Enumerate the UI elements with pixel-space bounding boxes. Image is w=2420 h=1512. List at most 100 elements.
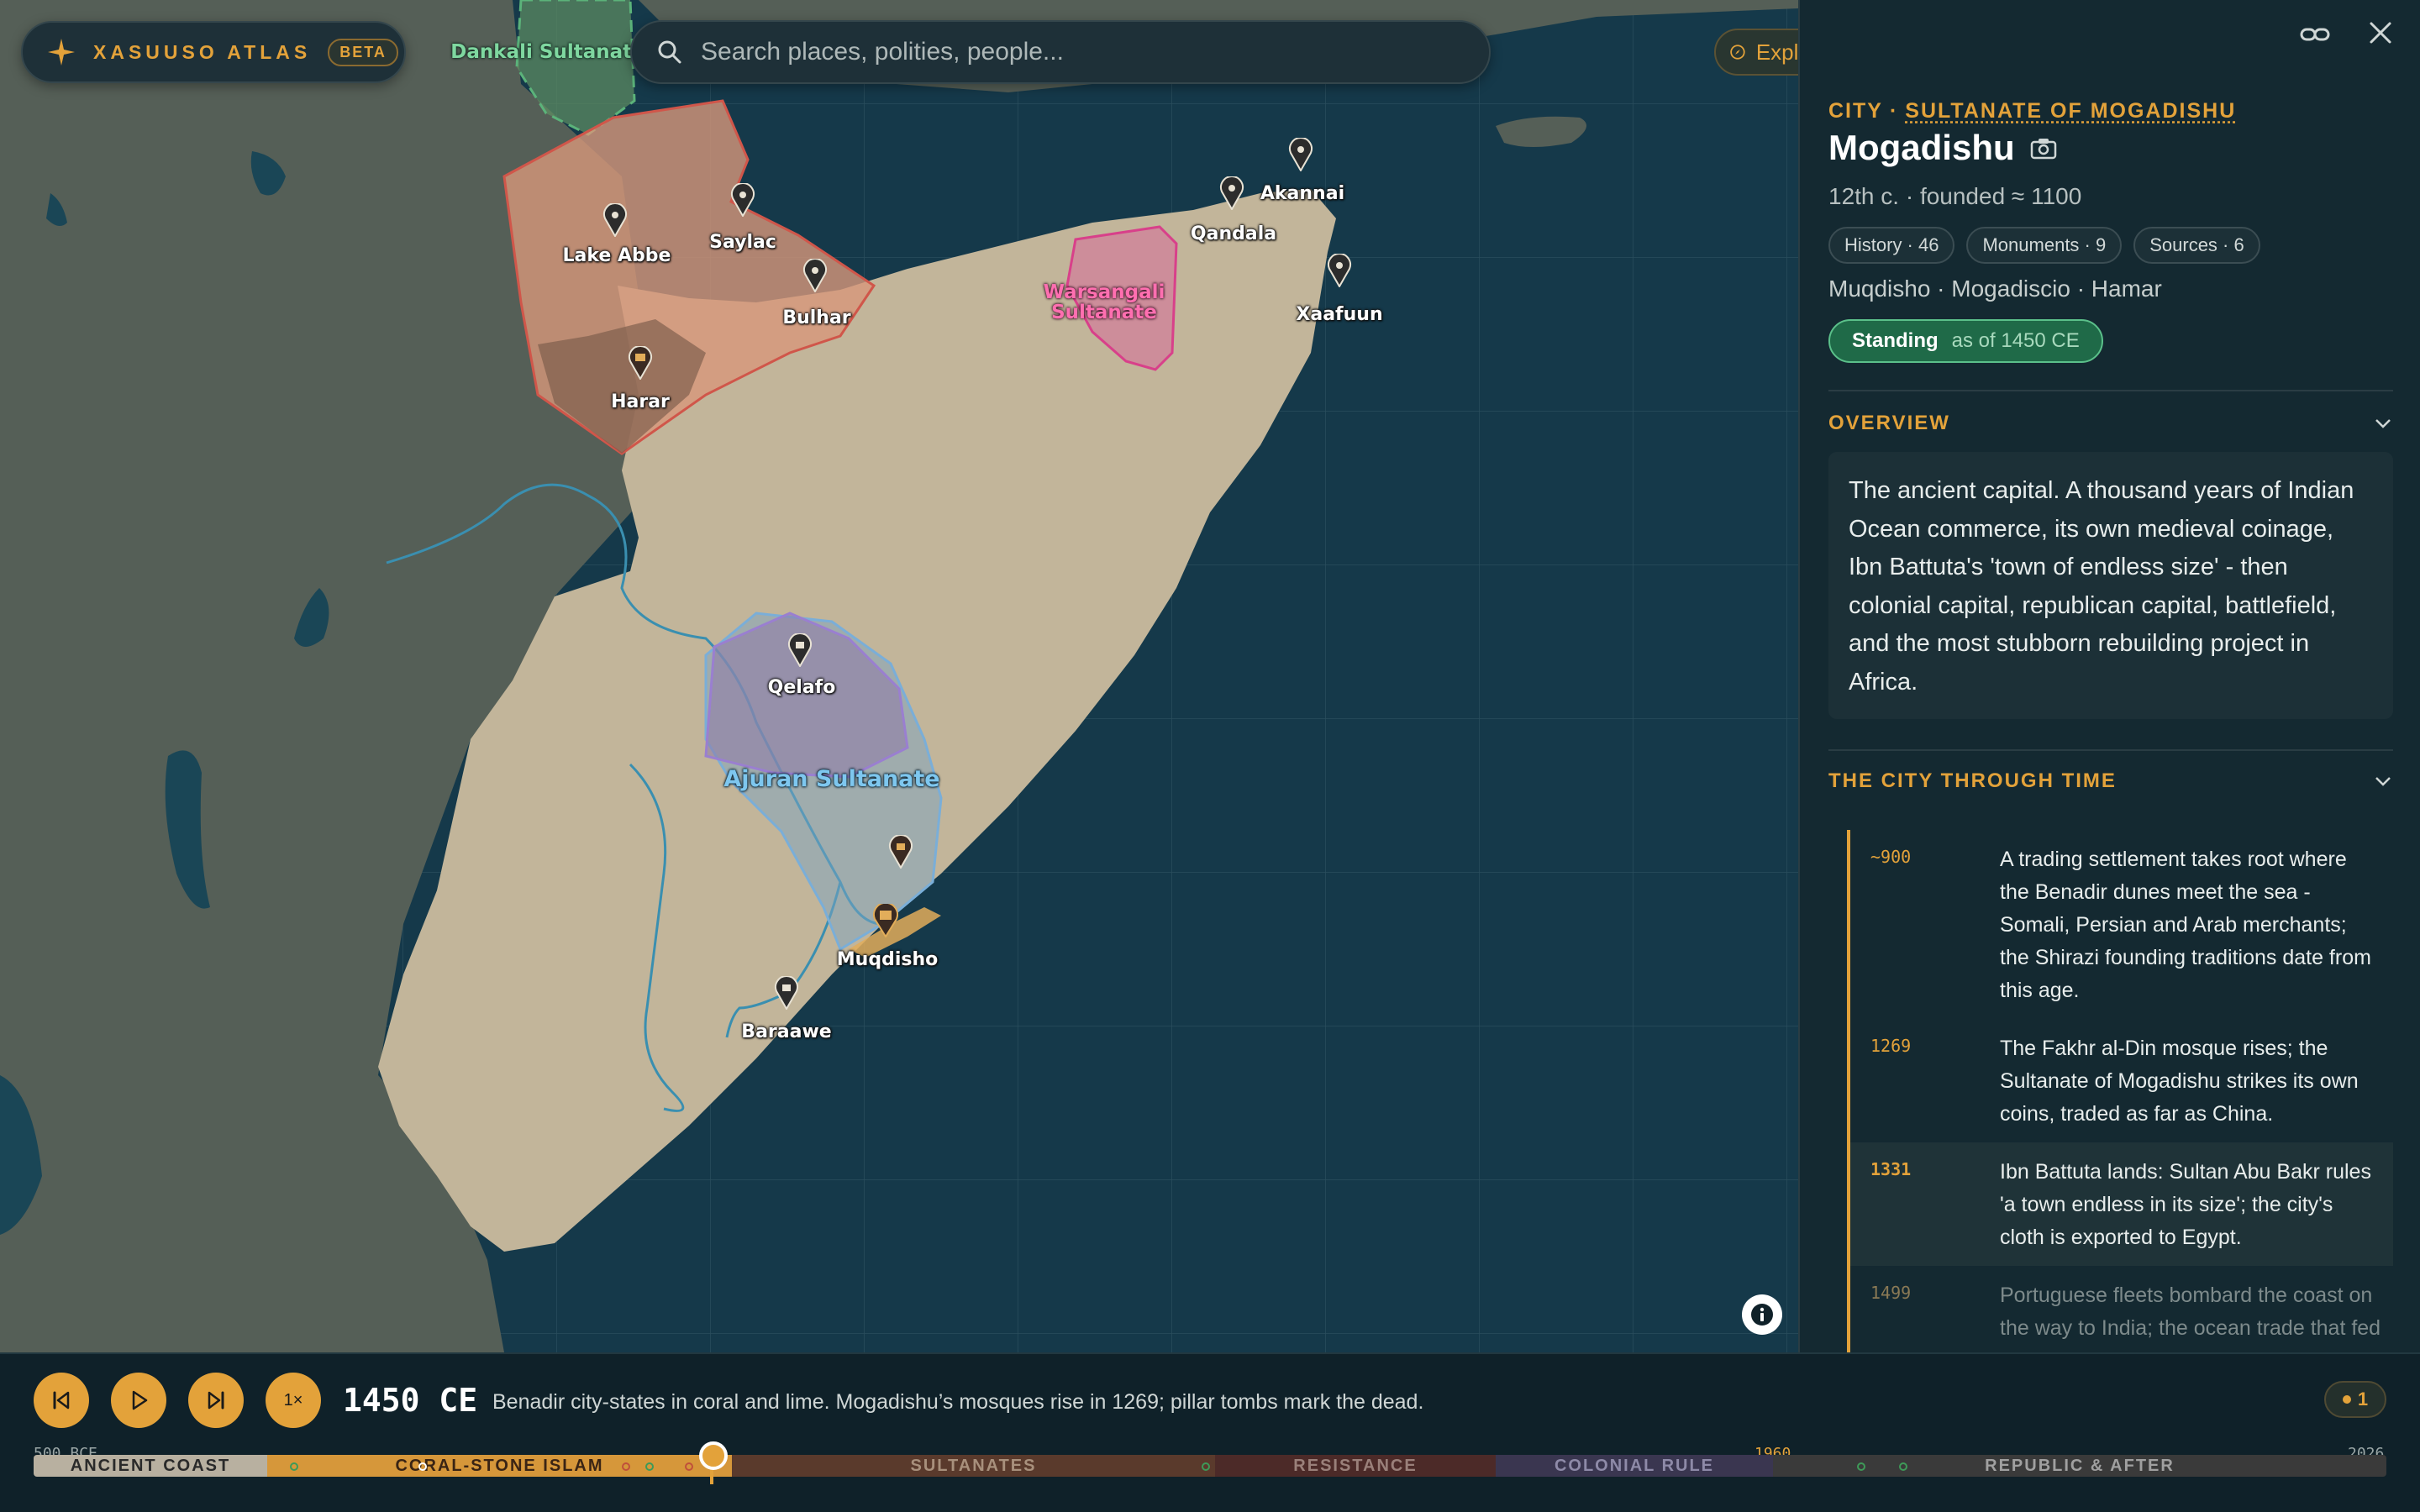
place-label-qelafo[interactable]: Qelafo <box>768 677 836 698</box>
event-dot[interactable] <box>1899 1462 1907 1471</box>
chip-sources[interactable]: Sources · 6 <box>2133 227 2260 264</box>
compass-star-icon <box>48 39 75 66</box>
info-icon <box>1751 1304 1773 1326</box>
skip-forward-icon <box>208 1391 224 1410</box>
brand-pill[interactable]: XASUUSO ATLAS BETA <box>21 21 406 83</box>
place-label-baraawe[interactable]: Baraawe <box>741 1021 831 1042</box>
era-sultanates[interactable]: SULTANATES <box>732 1455 1215 1477</box>
place-subtitle: 12th c. · founded ≈ 1100 <box>1828 183 2082 209</box>
place-label-qandala[interactable]: Qandala <box>1191 223 1276 244</box>
timeline-header[interactable]: THE CITY THROUGH TIME <box>1828 769 2393 793</box>
timeline-heading: THE CITY THROUGH TIME <box>1828 769 2117 792</box>
place-aliases: Muqdisho · Mogadiscio · Hamar <box>1828 276 2162 302</box>
overview-heading: OVERVIEW <box>1828 412 1950 434</box>
place-detail-panel: CITY · SULTANATE OF MOGADISHU Mogadishu 12… <box>1798 0 2420 1352</box>
compass-icon <box>1730 45 1745 60</box>
event-dot[interactable] <box>1202 1462 1210 1471</box>
timeline-text: A trading settlement takes root where th… <box>2000 848 2371 1002</box>
marker-count: 1 <box>2357 1389 2369 1410</box>
chip-monuments[interactable]: Monuments · 9 <box>1966 227 2123 264</box>
event-dot[interactable] <box>418 1462 427 1471</box>
search-input[interactable] <box>701 38 1489 66</box>
divider <box>1828 390 2393 391</box>
era-ancient-coast[interactable]: ANCIENT COAST <box>34 1455 267 1477</box>
brand-name: XASUUSO ATLAS <box>93 40 312 63</box>
timeline-year: 1331 <box>1870 1159 1912 1179</box>
capital-icon[interactable] <box>873 904 898 937</box>
search-icon <box>658 40 681 64</box>
speed-button[interactable]: 1× <box>266 1373 321 1428</box>
timeline-year: ~900 <box>1870 847 1912 867</box>
time-player-bar <box>0 1352 2420 1512</box>
timeline-year: 1499 <box>1870 1283 1912 1303</box>
event-dot[interactable] <box>645 1462 654 1471</box>
place-label-harar[interactable]: Harar <box>611 391 670 412</box>
speed-label: 1× <box>283 1390 303 1410</box>
map-canvas[interactable]: Dankali Sultanate Warsangali Sultanate A… <box>0 0 1798 1352</box>
chip-history[interactable]: History · 46 <box>1828 227 1955 264</box>
search-bar[interactable] <box>630 20 1491 84</box>
place-label-lake-abbe[interactable]: Lake Abbe <box>563 245 671 266</box>
event-dot[interactable] <box>685 1462 693 1471</box>
link-icon[interactable] <box>2299 18 2331 50</box>
place-label-xaafuun[interactable]: Xaafuun <box>1296 304 1382 325</box>
year-description: Benadir city-states in coral and lime. M… <box>492 1390 1424 1414</box>
town-icon[interactable] <box>888 835 913 869</box>
city-timeline: ~900 A trading settlement takes root whe… <box>1847 830 2393 1352</box>
event-dot[interactable] <box>290 1462 298 1471</box>
timeline-entry[interactable]: 1269 The Fakhr al-Din mosque rises; the … <box>1850 1019 2393 1142</box>
pin-icon[interactable] <box>802 259 828 292</box>
pin-icon[interactable] <box>1288 138 1313 171</box>
chevron-down-icon <box>2375 777 2391 786</box>
era-coral-stone-islam[interactable]: CORAL-STONE ISLAM <box>267 1455 732 1477</box>
polity-label-warsangali: Warsangali Sultanate <box>1043 281 1165 324</box>
town-icon[interactable] <box>787 633 813 667</box>
current-year: 1450 CE <box>343 1382 478 1419</box>
status-label: Standing <box>1852 329 1939 352</box>
polity-label-ajuran: Ajuran Sultanate <box>723 766 940 792</box>
place-title: Mogadishu <box>1828 128 2057 168</box>
skip-back-icon <box>53 1391 70 1410</box>
parent-polity-link[interactable]: SULTANATE OF MOGADISHU <box>1905 99 2236 123</box>
place-label-akannai[interactable]: Akannai <box>1260 183 1344 204</box>
skip-forward-button[interactable] <box>188 1373 244 1428</box>
walled-city-icon[interactable] <box>628 346 653 380</box>
timeline-year: 1269 <box>1870 1036 1912 1056</box>
info-button[interactable] <box>1742 1294 1782 1335</box>
close-icon[interactable] <box>2366 18 2395 47</box>
marker-count-badge[interactable]: 1 <box>2324 1381 2386 1418</box>
place-label-muqdisho[interactable]: Muqdisho <box>837 949 938 970</box>
timeline-track[interactable]: ANCIENT COAST CORAL-STONE ISLAM SULTANAT… <box>34 1455 2386 1477</box>
camera-icon[interactable] <box>2030 136 2057 160</box>
era-resistance[interactable]: RESISTANCE <box>1215 1455 1496 1477</box>
chevron-down-icon <box>2375 419 2391 428</box>
place-name: Mogadishu <box>1828 128 2015 167</box>
dot-icon <box>2342 1395 2351 1404</box>
timeline-scrubber[interactable] <box>699 1441 728 1470</box>
skip-back-button[interactable] <box>34 1373 89 1428</box>
pin-icon[interactable] <box>602 203 628 237</box>
pin-icon[interactable] <box>730 183 755 217</box>
timeline-text: Portuguese fleets bombard the coast on t… <box>2000 1284 2381 1352</box>
place-label-saylac[interactable]: Saylac <box>709 232 776 253</box>
overview-header[interactable]: OVERVIEW <box>1828 412 2393 435</box>
timeline-text: Ibn Battuta lands: Sultan Abu Bakr rules… <box>2000 1160 2371 1249</box>
divider <box>1828 749 2393 751</box>
place-label-bulhar[interactable]: Bulhar <box>782 307 850 328</box>
timeline-text: The Fakhr al-Din mosque rises; the Sulta… <box>2000 1037 2359 1126</box>
pin-icon[interactable] <box>1327 254 1352 287</box>
place-chips: History · 46 Monuments · 9 Sources · 6 <box>1828 227 2260 264</box>
play-button[interactable] <box>111 1373 166 1428</box>
timeline-entry-active[interactable]: 1331 Ibn Battuta lands: Sultan Abu Bakr … <box>1850 1142 2393 1266</box>
polity-label-dankali: Dankali Sultanate <box>450 41 645 63</box>
event-dot[interactable] <box>1857 1462 1865 1471</box>
timeline-entry-future[interactable]: 1499 Portuguese fleets bombard the coast… <box>1850 1266 2393 1352</box>
era-colonial-rule[interactable]: COLONIAL RULE <box>1496 1455 1773 1477</box>
timeline-entry[interactable]: ~900 A trading settlement takes root whe… <box>1850 830 2393 1019</box>
place-kicker: CITY · SULTANATE OF MOGADISHU <box>1828 99 2237 123</box>
map-basemap <box>0 0 1798 1352</box>
town-icon[interactable] <box>774 976 799 1010</box>
pin-icon[interactable] <box>1219 176 1244 210</box>
status-badge: Standing as of 1450 CE <box>1828 319 2103 363</box>
event-dot[interactable] <box>622 1462 630 1471</box>
